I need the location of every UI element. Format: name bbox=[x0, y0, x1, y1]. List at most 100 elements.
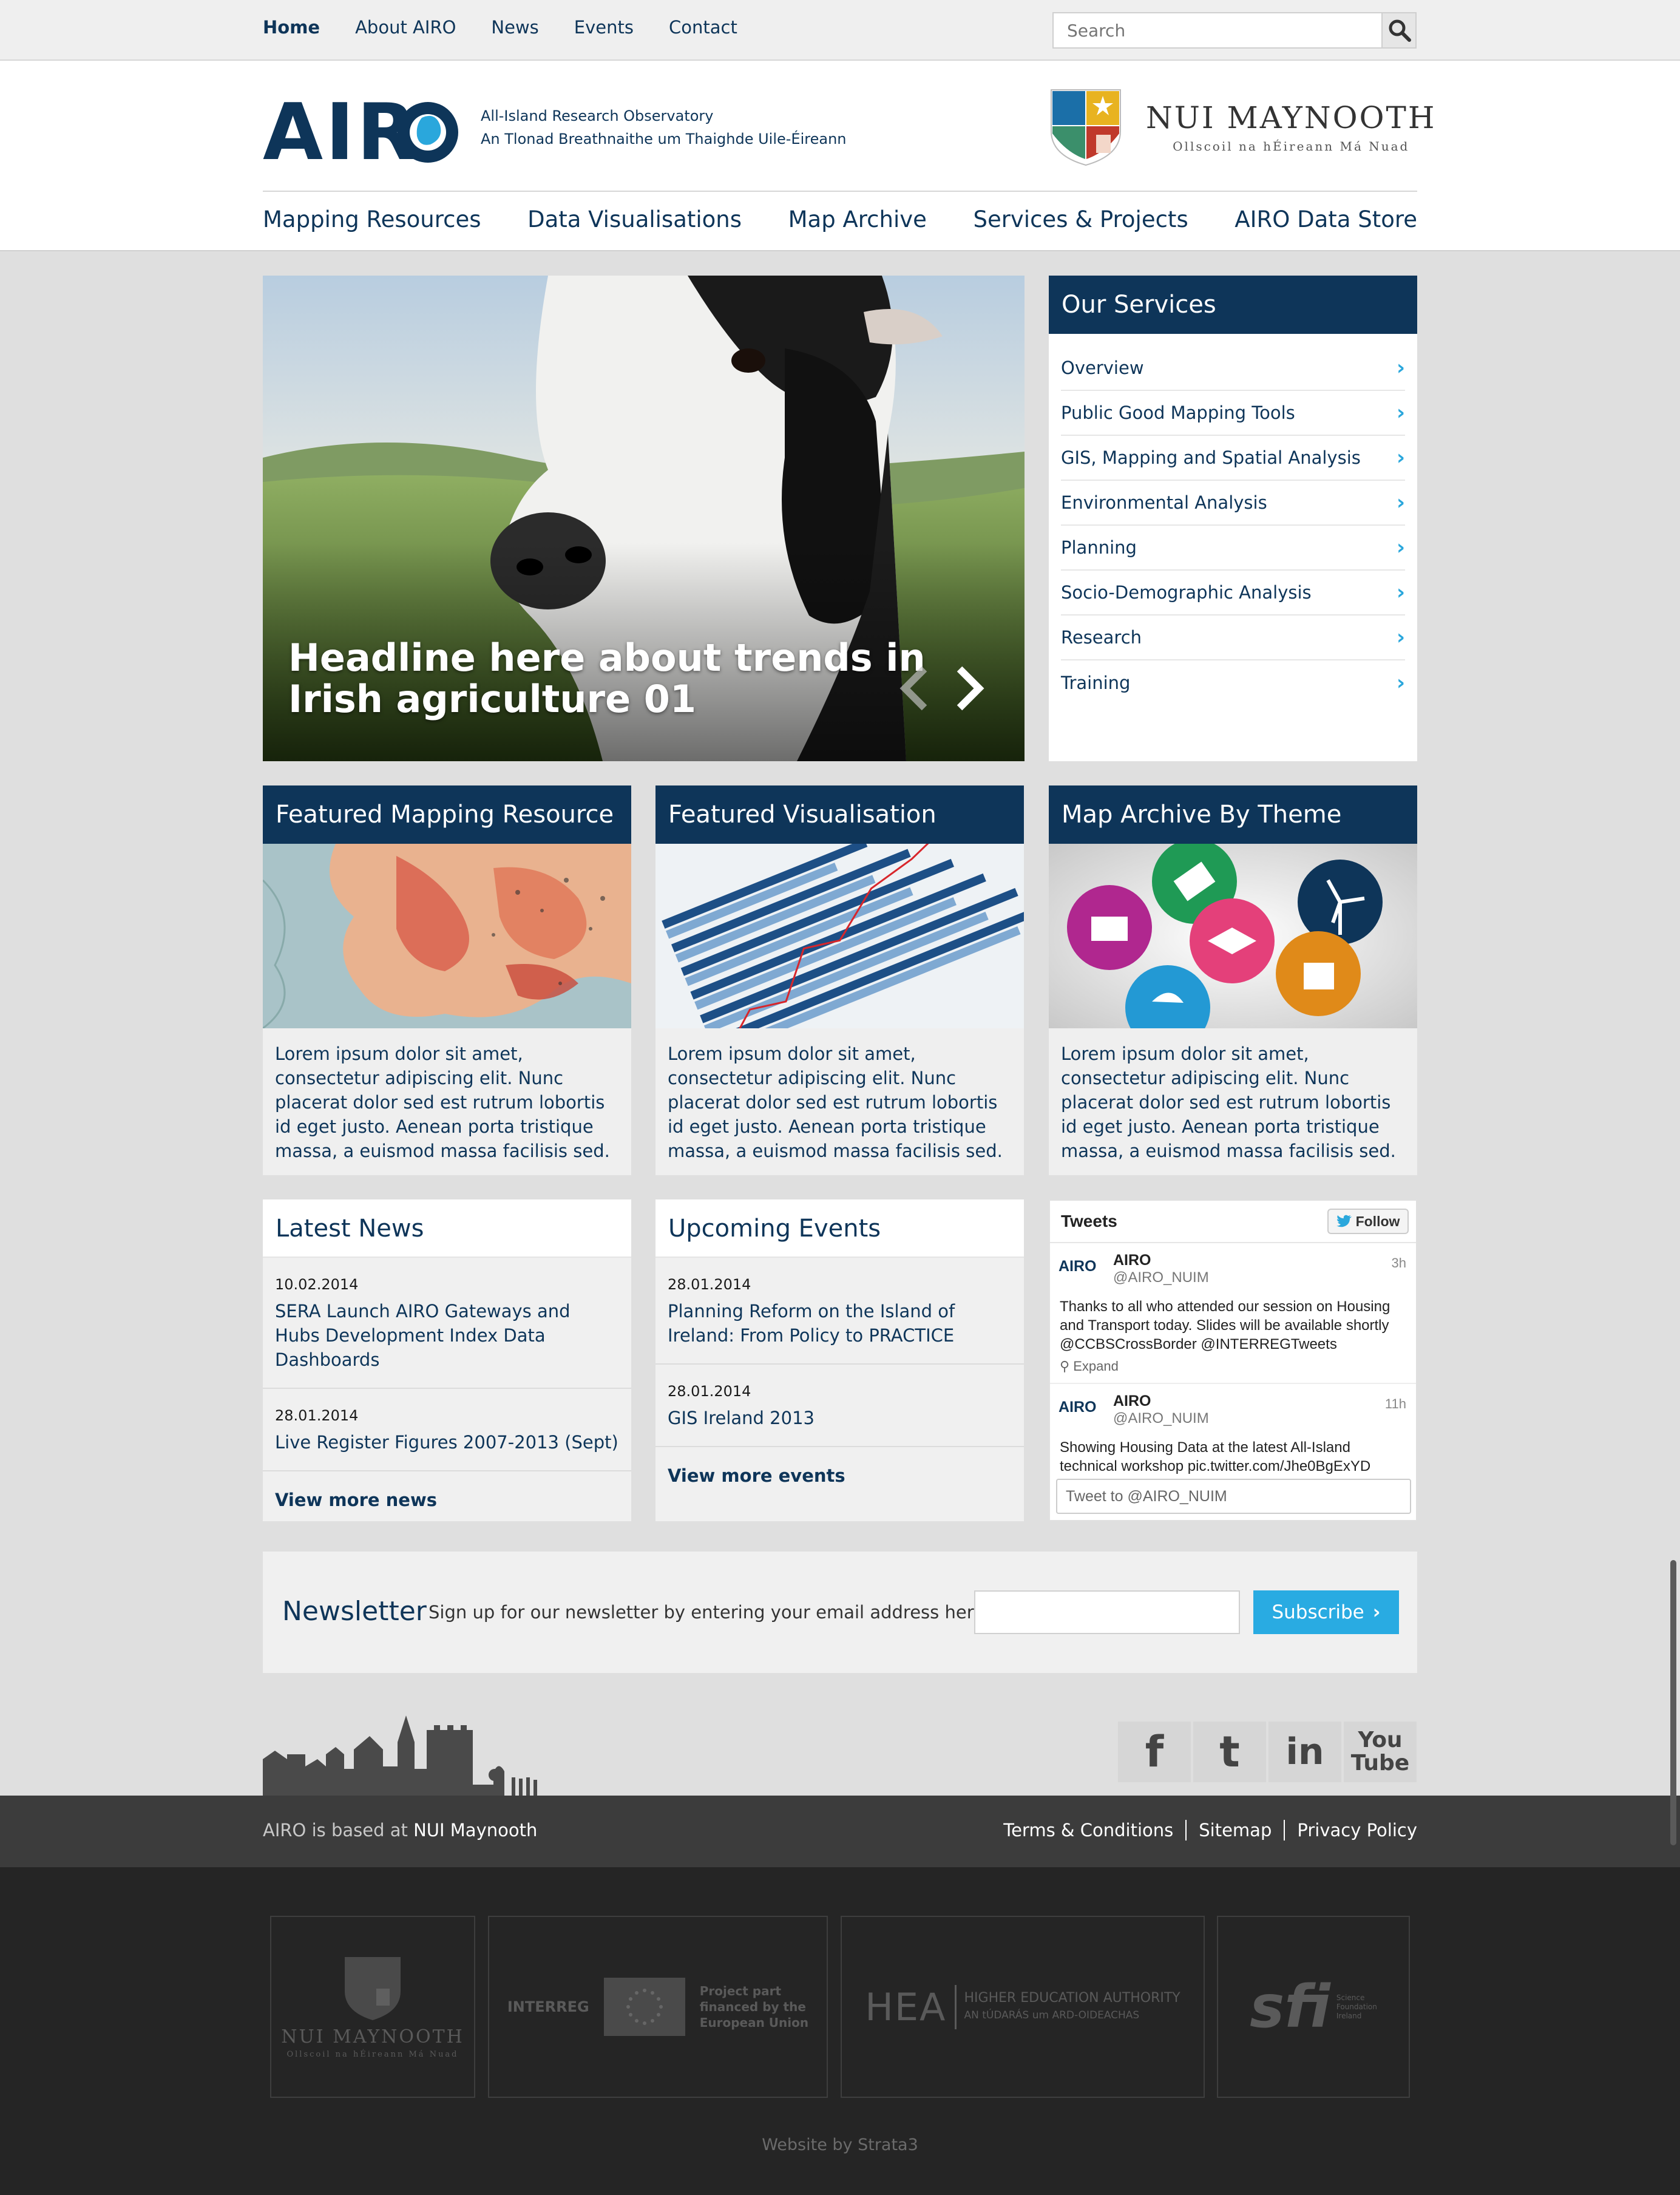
youtube-icon[interactable]: You Tube bbox=[1344, 1722, 1417, 1782]
twitter-icon[interactable]: t bbox=[1193, 1722, 1266, 1782]
site-header: AIR All-Island Research Observatory An T… bbox=[0, 61, 1680, 251]
search-input[interactable] bbox=[1054, 13, 1375, 47]
social-links: f t in You Tube bbox=[1118, 1722, 1417, 1782]
hea-abbr: HEA bbox=[865, 1984, 957, 2029]
footer-partners: NUI MAYNOOTH Ollscoil na hÉireann Má Nua… bbox=[0, 1867, 1680, 2195]
subscribe-button[interactable]: Subscribe › bbox=[1253, 1590, 1399, 1634]
featured-visualisation-card[interactable]: Featured Visualisation Lorem ipsum dolor… bbox=[655, 785, 1024, 1175]
tweet-avatar[interactable]: AIRO bbox=[1058, 1399, 1097, 1416]
privacy-link[interactable]: Privacy Policy bbox=[1285, 1820, 1417, 1840]
chevron-right-icon: › bbox=[1372, 1601, 1381, 1623]
sitemap-link[interactable]: Sitemap bbox=[1187, 1820, 1285, 1840]
service-item-research[interactable]: Research › bbox=[1061, 616, 1405, 660]
top-nav-news[interactable]: News bbox=[491, 17, 538, 38]
tweet-text: Thanks to all who attended our session o… bbox=[1060, 1298, 1390, 1352]
featured-mapping-card[interactable]: Featured Mapping Resource Lorem ipsum do… bbox=[263, 785, 631, 1175]
services-title: Our Services bbox=[1049, 276, 1417, 334]
newsletter-text: Sign up for our newsletter by entering y… bbox=[428, 1602, 984, 1623]
airo-logo[interactable]: AIR bbox=[263, 91, 463, 170]
nui-partner-logo[interactable]: NUI MAYNOOTH Ollscoil na hÉireann Má Nua… bbox=[270, 1916, 475, 2098]
news-item[interactable]: 28.01.2014 Live Register Figures 2007-20… bbox=[263, 1389, 631, 1471]
location-pin-icon: ⚲ bbox=[1060, 1359, 1074, 1374]
hero-slider[interactable]: Headline here about trends in Irish agri… bbox=[263, 276, 1025, 761]
chevron-right-icon: › bbox=[1396, 535, 1405, 560]
linkedin-icon[interactable]: in bbox=[1268, 1722, 1341, 1782]
nui-crest-icon bbox=[1051, 89, 1121, 166]
footer-nui-link[interactable]: NUI Maynooth bbox=[413, 1820, 537, 1840]
search-button[interactable] bbox=[1381, 13, 1415, 47]
service-item-socio-demographic[interactable]: Socio-Demographic Analysis › bbox=[1061, 571, 1405, 616]
service-item-gis[interactable]: GIS, Mapping and Spatial Analysis › bbox=[1061, 436, 1405, 481]
service-label: Overview bbox=[1061, 358, 1144, 378]
event-item[interactable]: 28.01.2014 GIS Ireland 2013 bbox=[655, 1365, 1024, 1447]
event-date: 28.01.2014 bbox=[668, 1276, 751, 1293]
tweet-avatar[interactable]: AIRO bbox=[1058, 1258, 1097, 1275]
tweet-time[interactable]: 3h bbox=[1392, 1255, 1406, 1271]
service-item-mapping-tools[interactable]: Public Good Mapping Tools › bbox=[1061, 391, 1405, 436]
service-item-overview[interactable]: Overview › bbox=[1061, 346, 1405, 391]
hea-line1: HIGHER EDUCATION AUTHORITY bbox=[964, 1990, 1180, 2006]
sfi-line3: Ireland bbox=[1336, 2011, 1362, 2020]
nav-data-visualisations[interactable]: Data Visualisations bbox=[527, 206, 742, 232]
sfi-partner-logo[interactable]: sfi Science Foundation Ireland bbox=[1217, 1916, 1410, 2098]
follow-button[interactable]: Follow bbox=[1327, 1209, 1409, 1234]
twitter-widget: Tweets Follow AIRO AIRO @AIRO_NUIM 3h Th… bbox=[1049, 1199, 1417, 1521]
tweet-expand-link[interactable]: ⚲ Expand bbox=[1060, 1359, 1406, 1374]
event-title[interactable]: Planning Reform on the Island of Ireland… bbox=[668, 1299, 1012, 1348]
newsletter-email-input[interactable] bbox=[974, 1590, 1240, 1634]
nav-services-projects[interactable]: Services & Projects bbox=[973, 206, 1188, 232]
news-headline[interactable]: SERA Launch AIRO Gateways and Hubs Devel… bbox=[275, 1299, 619, 1372]
event-title[interactable]: GIS Ireland 2013 bbox=[668, 1406, 1012, 1430]
news-item[interactable]: 10.02.2014 SERA Launch AIRO Gateways and… bbox=[263, 1258, 631, 1389]
interreg-partner-logo[interactable]: INTERREG Project part financed by the Eu… bbox=[488, 1916, 828, 2098]
chevron-left-icon[interactable] bbox=[896, 664, 933, 713]
latest-news-panel: Latest News 10.02.2014 SERA Launch AIRO … bbox=[263, 1199, 631, 1521]
terms-link[interactable]: Terms & Conditions bbox=[991, 1820, 1187, 1840]
nav-map-archive[interactable]: Map Archive bbox=[788, 206, 927, 232]
top-nav-contact[interactable]: Contact bbox=[669, 17, 737, 38]
tweet-time[interactable]: 11h bbox=[1385, 1396, 1406, 1412]
subscribe-label: Subscribe bbox=[1272, 1601, 1364, 1623]
nui-name: NUI MAYNOOTH bbox=[1146, 100, 1437, 135]
chevron-right-icon: › bbox=[1396, 671, 1405, 695]
service-label: GIS, Mapping and Spatial Analysis bbox=[1061, 447, 1361, 468]
tweet-author-handle[interactable]: @AIRO_NUIM bbox=[1113, 1410, 1406, 1427]
chevron-right-icon: › bbox=[1396, 490, 1405, 515]
tweet-text: Showing Housing Data at the latest All-I… bbox=[1060, 1439, 1371, 1474]
facebook-icon[interactable]: f bbox=[1118, 1722, 1191, 1782]
tweet-compose-input[interactable]: Tweet to @AIRO_NUIM bbox=[1056, 1479, 1411, 1514]
tweet-author-handle[interactable]: @AIRO_NUIM bbox=[1113, 1269, 1406, 1286]
top-nav-home[interactable]: Home bbox=[263, 17, 320, 38]
tweet-author-name[interactable]: AIRO bbox=[1113, 1252, 1406, 1269]
tweet-item[interactable]: AIRO AIRO @AIRO_NUIM 3h Thanks to all wh… bbox=[1050, 1243, 1416, 1384]
hero-headline[interactable]: Headline here about trends in Irish agri… bbox=[288, 637, 926, 720]
service-item-planning[interactable]: Planning › bbox=[1061, 526, 1405, 571]
top-nav: Home About AIRO News Events Contact bbox=[263, 17, 773, 38]
town-skyline-illustration bbox=[263, 1715, 537, 1797]
nav-mapping-resources[interactable]: Mapping Resources bbox=[263, 206, 481, 232]
nav-data-store[interactable]: AIRO Data Store bbox=[1235, 206, 1417, 232]
event-date: 28.01.2014 bbox=[668, 1383, 751, 1400]
website-credit[interactable]: Website by Strata3 bbox=[0, 2136, 1680, 2154]
service-label: Training bbox=[1061, 673, 1131, 693]
news-headline[interactable]: Live Register Figures 2007-2013 (Sept) bbox=[275, 1430, 619, 1454]
nui-maynooth-logo[interactable]: NUI MAYNOOTH Ollscoil na hÉireann Má Nua… bbox=[1049, 87, 1437, 166]
top-nav-events[interactable]: Events bbox=[574, 17, 634, 38]
view-more-events-link[interactable]: View more events bbox=[655, 1447, 1024, 1504]
tweet-item[interactable]: AIRO AIRO @AIRO_NUIM 11h Showing Housing… bbox=[1050, 1384, 1416, 1484]
service-item-training[interactable]: Training › bbox=[1061, 660, 1405, 705]
service-label: Planning bbox=[1061, 537, 1137, 558]
top-nav-about[interactable]: About AIRO bbox=[355, 17, 456, 38]
chevron-right-icon[interactable] bbox=[951, 664, 987, 713]
view-more-news-link[interactable]: View more news bbox=[263, 1471, 631, 1528]
map-archive-card[interactable]: Map Archive By Theme Lorem ipsum dolor s… bbox=[1049, 785, 1417, 1175]
news-date: 28.01.2014 bbox=[275, 1407, 359, 1424]
tweet-author-name[interactable]: AIRO bbox=[1113, 1393, 1406, 1410]
tweet-expand-label: Expand bbox=[1073, 1359, 1119, 1374]
service-item-environmental[interactable]: Environmental Analysis › bbox=[1061, 481, 1405, 526]
hea-partner-logo[interactable]: HEA HIGHER EDUCATION AUTHORITY AN tÚDARÁ… bbox=[841, 1916, 1205, 2098]
page-scrollbar[interactable] bbox=[1670, 1560, 1676, 1845]
event-item[interactable]: 28.01.2014 Planning Reform on the Island… bbox=[655, 1258, 1024, 1365]
search-box bbox=[1052, 12, 1417, 49]
sfi-line1: Science bbox=[1336, 1993, 1365, 2002]
